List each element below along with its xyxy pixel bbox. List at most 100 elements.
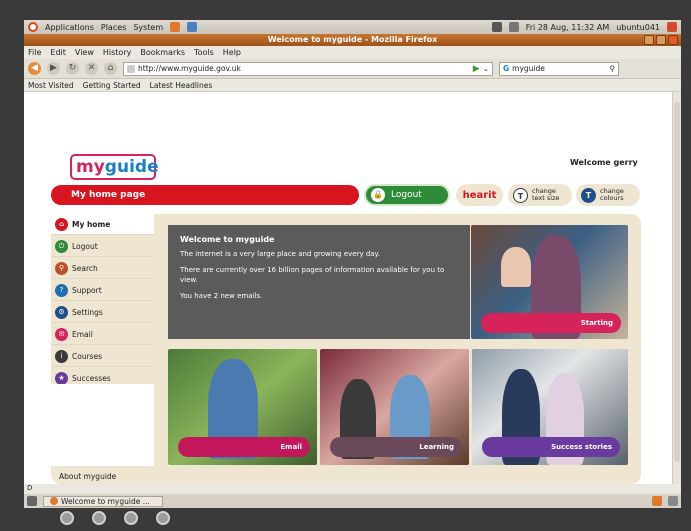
colours-icon: T (581, 187, 596, 203)
email-photo-tile[interactable]: Email (168, 349, 317, 465)
child-shape (501, 247, 531, 287)
logout-button[interactable]: 🔒 Logout (364, 184, 450, 206)
reload-icon[interactable]: ↻ (66, 62, 79, 75)
power-icon[interactable] (667, 22, 677, 32)
magnifier-icon[interactable]: ⚲ (610, 64, 616, 73)
logout-label: Logout (391, 190, 422, 200)
google-search-icon[interactable]: G (503, 64, 509, 73)
email-caption[interactable]: Email (178, 437, 310, 457)
gnome-top-panel: Applications Places System Fri 28 Aug, 1… (24, 20, 681, 34)
about-myguide-link[interactable]: About myguide (51, 472, 116, 481)
sidebar-label: Successes (72, 373, 111, 383)
firefox-launcher-icon[interactable] (170, 22, 181, 32)
maximize-button[interactable] (656, 35, 666, 45)
welcome-box: Welcome to myguide The internet is a ver… (168, 225, 470, 339)
url-text[interactable]: http://www.myguide.gov.uk (138, 64, 470, 73)
sidebar-item-email[interactable]: ✉ Email (51, 324, 154, 345)
welcome-box-p1: The internet is a very large place and g… (180, 250, 380, 258)
menu-file[interactable]: File (28, 48, 41, 57)
menu-system[interactable]: System (133, 23, 163, 32)
monitor-button[interactable] (60, 511, 74, 525)
learning-caption[interactable]: Learning (330, 437, 462, 457)
menu-edit[interactable]: Edit (50, 48, 66, 57)
forward-arrow-icon[interactable]: ▶ (47, 62, 60, 75)
menu-history[interactable]: History (103, 48, 131, 57)
sidebar-item-courses[interactable]: i Courses (51, 346, 154, 367)
scrollbar-thumb[interactable] (674, 102, 680, 462)
wrench-icon: ⚙ (55, 305, 68, 319)
logo-guide-text: guide (104, 157, 159, 177)
sidebar-item-settings[interactable]: ⚙ Settings (51, 302, 154, 323)
monitor-button[interactable] (124, 511, 138, 525)
search-input[interactable]: myguide (512, 64, 606, 73)
url-dropdown-icon[interactable]: ⌄ (483, 64, 489, 73)
taskbar-firefox-window[interactable]: Welcome to myguide ... (43, 495, 163, 507)
bookmarks-toolbar: Most Visited Getting Started Latest Head… (24, 79, 681, 92)
home-icon: ⌂ (55, 217, 68, 231)
sidebar-item-support[interactable]: ? Support (51, 280, 154, 301)
starting-photo-tile[interactable]: Starting (471, 225, 628, 339)
menu-tools[interactable]: Tools (194, 48, 214, 57)
sidebar-label: Support (72, 285, 102, 295)
support-icon: ? (55, 283, 68, 297)
panel-clock[interactable]: Fri 28 Aug, 11:32 AM (526, 23, 609, 32)
menu-view[interactable]: View (75, 48, 94, 57)
sidebar-item-my-home[interactable]: ⌂ My home (51, 214, 154, 235)
email-icon: ✉ (55, 327, 68, 341)
minimize-button[interactable] (644, 35, 654, 45)
welcome-box-p3: You have 2 new emails. (180, 292, 263, 300)
sidebar-label: My home (72, 219, 111, 229)
ubuntu-logo-icon[interactable] (28, 22, 38, 32)
successes-icon: ★ (55, 371, 68, 385)
logo-my-text: my (76, 157, 105, 177)
text-size-icon: T (513, 187, 528, 203)
bookmark-latest-headlines[interactable]: Latest Headlines (150, 81, 213, 90)
courses-icon: i (55, 349, 68, 363)
stop-icon[interactable]: ✕ (85, 62, 98, 75)
bookmark-most-visited[interactable]: Most Visited (28, 81, 74, 90)
monitor-button[interactable] (92, 511, 106, 525)
screen: Applications Places System Fri 28 Aug, 1… (24, 20, 681, 508)
monitor-button[interactable] (156, 511, 170, 525)
welcome-box-p2: There are currently over 16 billion page… (180, 266, 445, 284)
success-stories-caption[interactable]: Success stories (482, 437, 620, 457)
volume-icon[interactable] (508, 22, 519, 32)
learning-photo-tile[interactable]: Learning (320, 349, 469, 465)
bookmark-getting-started[interactable]: Getting Started (83, 81, 141, 90)
url-bar[interactable]: http://www.myguide.gov.uk ▶ ⌄ (123, 61, 493, 76)
hearit-button[interactable]: hearit (456, 184, 503, 206)
menubar: File Edit View History Bookmarks Tools H… (24, 46, 681, 59)
show-desktop-icon[interactable] (27, 496, 37, 506)
taskbar-window-title: Welcome to myguide ... (61, 496, 150, 506)
vertical-scrollbar[interactable] (672, 92, 681, 484)
change-colours-button[interactable]: T change colours (576, 184, 640, 206)
starting-caption[interactable]: Starting (481, 313, 621, 333)
menu-places[interactable]: Places (101, 23, 126, 32)
change-text-size-button[interactable]: T change text size (508, 184, 572, 206)
close-button[interactable] (668, 35, 678, 45)
sidebar-label: Search (72, 263, 98, 273)
success-stories-photo-tile[interactable]: Success stories (472, 349, 628, 465)
myguide-logo[interactable]: myguide (70, 154, 159, 180)
workspace-switcher-icon[interactable] (668, 496, 678, 506)
sidebar-item-logout[interactable]: ⏻ Logout (51, 236, 154, 257)
menu-help[interactable]: Help (223, 48, 241, 57)
sidebar-label: Settings (72, 307, 103, 317)
sidebar-item-search[interactable]: ⚲ Search (51, 258, 154, 279)
network-icon[interactable] (491, 22, 502, 32)
menu-bookmarks[interactable]: Bookmarks (140, 48, 185, 57)
my-home-page-bar[interactable]: My home page (51, 185, 359, 205)
help-launcher-icon[interactable] (187, 22, 198, 32)
home-icon[interactable]: ⌂ (104, 62, 117, 75)
back-arrow-icon[interactable]: ◀ (28, 62, 41, 75)
go-arrow-icon[interactable]: ▶ (473, 64, 480, 74)
site-identity-icon[interactable] (127, 64, 135, 73)
trash-icon[interactable] (652, 496, 662, 506)
search-box[interactable]: G myguide ⚲ (499, 61, 619, 76)
panel-user[interactable]: ubuntu041 (616, 23, 660, 32)
sidebar-label: Courses (72, 351, 103, 361)
sidebar-label: Email (72, 329, 93, 339)
menu-applications[interactable]: Applications (45, 23, 94, 32)
window-titlebar[interactable]: Welcome to myguide - Mozilla Firefox (24, 34, 681, 46)
navigation-toolbar: ◀ ▶ ↻ ✕ ⌂ http://www.myguide.gov.uk ▶ ⌄ … (24, 59, 681, 79)
